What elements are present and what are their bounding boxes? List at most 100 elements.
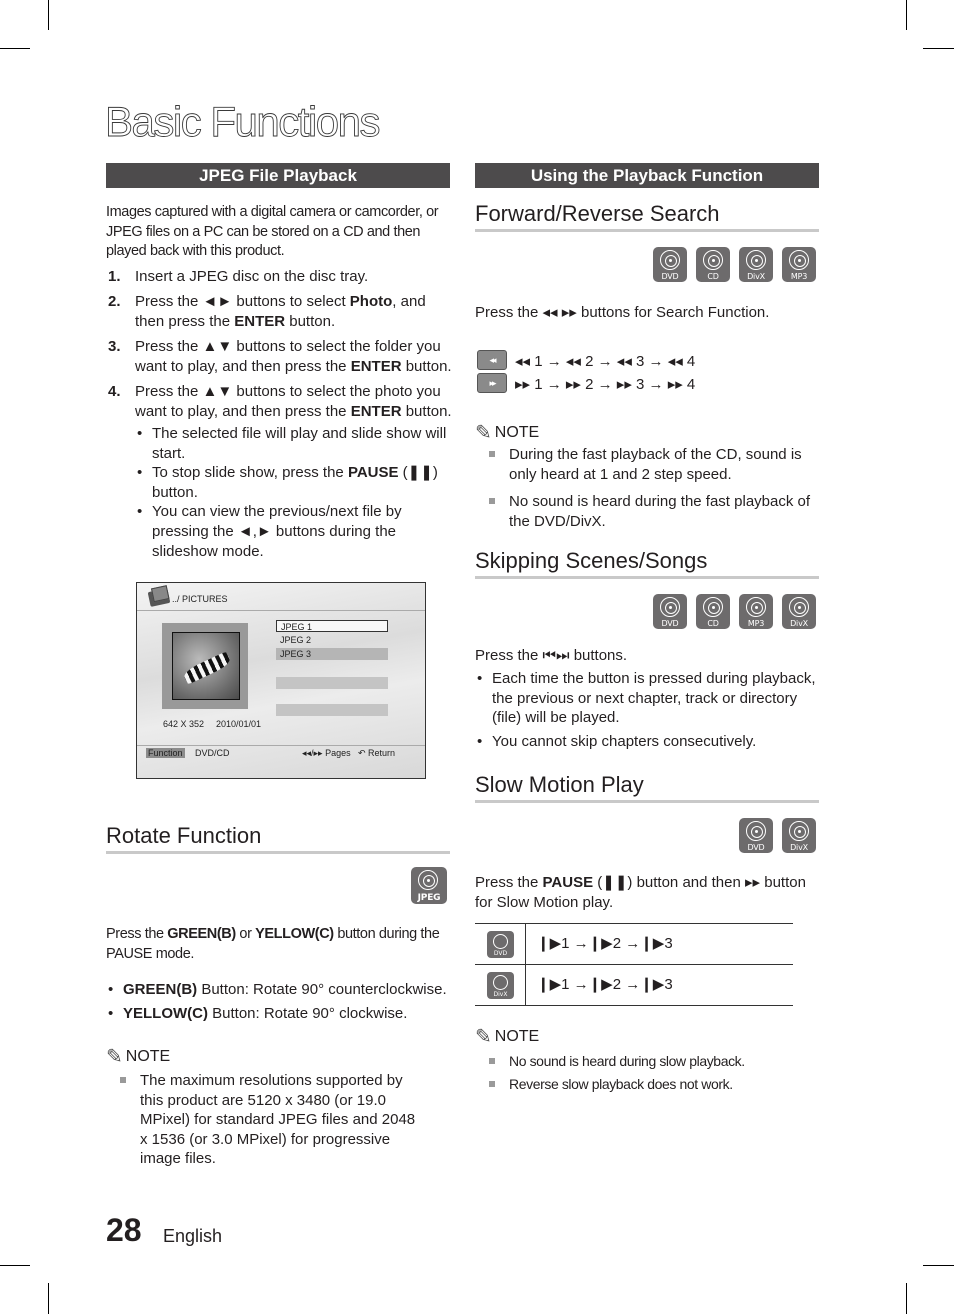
crop-mark: [0, 48, 30, 49]
step-bold: ENTER: [234, 313, 286, 330]
step-4-bullets: The selected file will play and slide sh…: [135, 424, 455, 561]
disc-label: DVD: [661, 619, 679, 628]
photo-date: 2010/01/01: [216, 719, 262, 729]
slow-motion-table: DVD ❙▶1 →❙▶2 →❙▶3 DivX ❙▶1 →❙▶2 →❙▶3: [475, 923, 793, 1006]
disc-label: MP3: [747, 619, 765, 628]
disc-ring-icon: [789, 821, 809, 841]
rotate-intro-text: or: [235, 926, 256, 942]
pencil-note-icon: ✎: [475, 1026, 492, 1048]
disc-ring-icon: [789, 597, 809, 617]
crop-mark: [906, 0, 907, 30]
jpeg-steps: 1. Insert a JPEG disc on the disc tray. …: [105, 267, 455, 566]
table-cell-sequence: ❙▶1 →❙▶2 →❙▶3: [537, 935, 673, 952]
note-heading: ✎ NOTE: [475, 420, 539, 445]
disc-label: DVD: [747, 843, 765, 852]
note-heading: ✎ NOTE: [475, 1024, 539, 1049]
page-title: Basic Functions: [105, 98, 381, 146]
step-4: 4. Press the ▲▼ buttons to select the ph…: [105, 382, 455, 561]
step-2: 2. Press the ◄► buttons to select Photo,…: [105, 292, 455, 332]
step-text: button.: [285, 313, 336, 330]
step-number: 2.: [108, 293, 121, 310]
heading-forward-reverse-search: Forward/Reverse Search: [475, 201, 819, 232]
forward-sequence: ▸▸ 1 → ▸▸ 2 → ▸▸ 3 → ▸▸ 4: [515, 376, 696, 393]
bullet-bold: PAUSE: [347, 464, 399, 482]
search-notes: During the fast playback of the CD, soun…: [475, 445, 820, 531]
note-item: Reverse slow playback does not work.: [475, 1075, 820, 1095]
bullet-item: Each time the button is pressed during p…: [475, 669, 820, 728]
disc-label: DivX: [790, 843, 808, 852]
disc-icon-mp3: MP3: [739, 594, 773, 629]
slow-text: Press the: [475, 874, 543, 891]
crop-mark: [923, 1265, 954, 1266]
disc-label: CD: [707, 619, 719, 628]
disc-label: JPEG: [417, 893, 441, 903]
table-cell-icon: DivX: [475, 965, 526, 1005]
screen-header: ../ PICTURES: [137, 583, 425, 611]
pause-label: PAUSE: [542, 874, 594, 891]
crop-mark: [906, 1283, 907, 1314]
yellow-button-label: YELLOW(C): [255, 926, 334, 942]
bullet-item: To stop slide show, press the PAUSE (❚❚)…: [135, 463, 455, 502]
bullet-item: You can view the previous/next file by p…: [135, 502, 455, 561]
disc-label: DivX: [790, 619, 808, 628]
bullet-text: To stop slide show, press the: [152, 464, 348, 482]
section-bar-jpeg-playback: JPEG File Playback: [106, 163, 450, 188]
pictures-folder-icon: [147, 588, 171, 607]
disc-label: DVD: [493, 950, 508, 957]
rotate-intro-text: Press the: [106, 926, 168, 942]
rotate-notes: The maximum resolutions supported by thi…: [106, 1071, 426, 1169]
disc-icon-dvd: DVD: [653, 247, 687, 282]
heading-skipping-scenes: Skipping Scenes/Songs: [475, 548, 819, 579]
file-item[interactable]: JPEG 2: [276, 634, 388, 646]
disc-label: DivX: [747, 272, 765, 281]
disc-ring-icon: [746, 597, 766, 617]
crop-mark: [0, 1265, 30, 1266]
disc-icon-dvd: DVD: [653, 594, 687, 629]
bullet-item: The selected file will play and slide sh…: [135, 424, 455, 463]
file-item-selected[interactable]: JPEG 1: [276, 620, 388, 632]
bullet-text: You can view the previous/next file by p…: [152, 503, 402, 560]
photo-preview-frame: [162, 623, 248, 709]
disc-ring-icon: [493, 975, 508, 990]
page-language: English: [163, 1226, 223, 1246]
note-item: No sound is heard during the fast playba…: [475, 492, 820, 531]
disc-ring-icon: [660, 250, 680, 270]
table-row: DVD ❙▶1 →❙▶2 →❙▶3: [475, 924, 793, 964]
green-button-label: GREEN(B): [167, 926, 236, 942]
disc-icon-cd: CD: [696, 594, 730, 629]
rotate-bullets: GREEN(B) Button: Rotate 90° counterclock…: [106, 980, 456, 1023]
disc-icon-divx: DivX: [782, 594, 816, 629]
screen-footer: Function DVD/CD ◂◂/▸▸ Pages ↶ Return: [137, 745, 425, 778]
disc-ring-icon: [703, 597, 723, 617]
disc-ring-icon: [493, 934, 508, 949]
note-heading: ✎ NOTE: [106, 1044, 170, 1069]
note-title: NOTE: [125, 1048, 171, 1065]
table-cell-icon: DVD: [475, 924, 526, 964]
butterfly-photo-thumbnail: [172, 632, 240, 700]
bullet-bold: YELLOW(C): [123, 1004, 208, 1022]
step-text: Press the ◄► buttons to select: [135, 293, 350, 310]
disc-ring-icon: [660, 597, 680, 617]
disc-label: CD: [707, 272, 719, 281]
file-item[interactable]: JPEG 3: [276, 648, 388, 660]
note-title: NOTE: [494, 1028, 540, 1045]
pencil-note-icon: ✎: [106, 1046, 123, 1068]
function-label[interactable]: Function: [146, 748, 185, 758]
photo-resolution: 642 X 352: [163, 719, 205, 729]
search-instruction: Press the ◂◂ ▸▸ buttons for Search Funct…: [475, 304, 770, 321]
disc-label: DVD: [661, 272, 679, 281]
step-text: Insert a JPEG disc on the disc tray.: [135, 268, 369, 285]
step-bold: Photo: [349, 293, 393, 310]
rewind-sequence: ◂◂ 1 → ◂◂ 2 → ◂◂ 3 → ◂◂ 4: [515, 353, 696, 370]
file-item-empty: [276, 704, 388, 716]
fast-forward-button-icon: ▸▸: [477, 373, 507, 393]
disc-label: DivX: [493, 991, 508, 998]
pages-hint: ◂◂/▸▸ Pages: [302, 748, 351, 758]
rewind-button-icon: ◂◂: [477, 350, 507, 370]
note-item: No sound is heard during slow playback.: [475, 1052, 820, 1072]
rotate-intro: Press the GREEN(B) or YELLOW(C) button d…: [106, 925, 456, 964]
butterfly-wing: [182, 651, 232, 685]
skip-instruction: Press the ⏮⏭ buttons.: [475, 647, 628, 664]
disc-icon-dvd: DVD: [739, 818, 773, 853]
pencil-note-icon: ✎: [475, 422, 492, 444]
